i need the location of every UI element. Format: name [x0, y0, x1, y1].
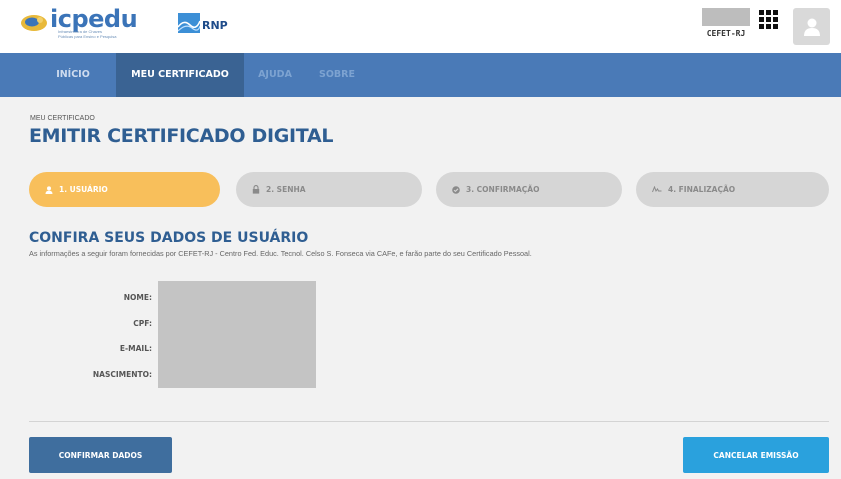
page-title: EMITIR CERTIFICADO DIGITAL: [29, 125, 334, 147]
field-label-nome: NOME:: [123, 293, 152, 302]
rnp-logo[interactable]: RNP: [178, 13, 228, 33]
icpedu-logo[interactable]: icpedu Infraestrutura de Chaves Públicas…: [20, 6, 138, 46]
rnp-logo-text: RNP: [202, 18, 228, 32]
lock-icon: [252, 185, 260, 194]
user-data-redacted: [158, 281, 316, 388]
nav-item-meu-certificado[interactable]: MEU CERTIFICADO: [116, 53, 244, 97]
user-avatar[interactable]: [793, 8, 830, 45]
step-label: 4. FINALIZAÇÃO: [668, 185, 736, 194]
field-label-email: E-MAIL:: [119, 344, 152, 353]
step-confirmacao[interactable]: 3. CONFIRMAÇÃO: [436, 172, 622, 207]
apps-grid-icon[interactable]: [759, 10, 778, 29]
step-usuario[interactable]: 1. USUÁRIO: [29, 172, 220, 207]
institution-name: CEFET-RJ: [706, 29, 746, 38]
step-label: 1. USUÁRIO: [59, 185, 108, 194]
breadcrumb: MEU CERTIFICADO: [30, 115, 95, 122]
divider: [29, 421, 829, 422]
field-label-nascimento: NASCIMENTO:: [92, 370, 152, 379]
institution-badge: CEFET-RJ: [702, 8, 750, 38]
rnp-logo-mark: [178, 13, 200, 33]
step-label: 3. CONFIRMAÇÃO: [466, 185, 540, 194]
nav-item-sobre[interactable]: SOBRE: [306, 53, 368, 97]
signature-icon: [652, 186, 662, 193]
nav-item-inicio[interactable]: INÍCIO: [30, 53, 116, 97]
institution-logo-redacted: [702, 8, 750, 26]
confirm-data-button[interactable]: CONFIRMAR DADOS: [29, 437, 172, 473]
main-nav: INÍCIO MEU CERTIFICADO AJUDA SOBRE: [0, 53, 841, 97]
user-icon: [803, 18, 820, 36]
step-finalizacao[interactable]: 4. FINALIZAÇÃO: [636, 172, 829, 207]
cancel-emission-button[interactable]: CANCELAR EMISSÃO: [683, 437, 829, 473]
top-bar: icpedu Infraestrutura de Chaves Públicas…: [0, 0, 841, 53]
field-label-cpf: CPF:: [133, 319, 152, 328]
icpedu-logo-mark: [20, 10, 48, 32]
nav-item-ajuda[interactable]: AJUDA: [244, 53, 306, 97]
section-title: CONFIRA SEUS DADOS DE USUÁRIO: [29, 230, 309, 246]
user-icon: [45, 185, 53, 194]
check-circle-icon: [452, 185, 460, 194]
step-senha[interactable]: 2. SENHA: [236, 172, 422, 207]
step-label: 2. SENHA: [266, 185, 306, 194]
section-description: As informações a seguir foram fornecidas…: [29, 249, 532, 258]
